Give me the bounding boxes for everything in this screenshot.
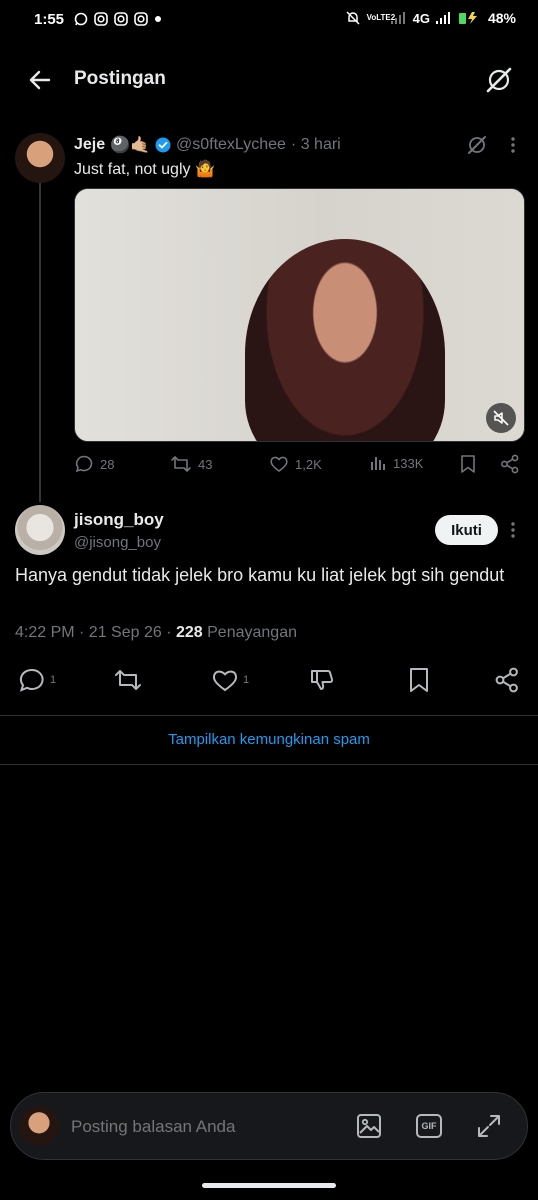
post-view-count: 228 [175,624,203,641]
heart-icon [212,670,238,692]
reply-action[interactable]: 28 [74,454,114,474]
network-label: 4G [412,10,430,26]
divider [0,715,538,716]
reply-count: 1 [50,674,57,686]
grok-button[interactable] [484,65,514,95]
add-gif-button[interactable]: GIF [416,1114,442,1138]
heart-icon [270,456,288,472]
signal-icon [435,12,452,24]
views-chart-icon [371,457,385,470]
post-text: Just fat, not ugly 🤷 [74,161,215,178]
instagram-icon [94,12,108,26]
thread-line [39,182,41,502]
status-time: 1:55 [34,11,65,28]
like-action[interactable]: 1,2K [269,454,322,474]
share-icon [495,667,518,693]
grok-post-button[interactable] [466,134,488,156]
like-count: 1 [243,674,250,686]
home-indicator[interactable] [202,1183,336,1188]
post-actions: 28 43 1,2K 133K [74,454,524,476]
avatar[interactable] [15,505,65,555]
grok-icon [486,67,512,93]
signal-weak-icon [390,12,407,24]
reply-composer[interactable]: GIF [10,1092,528,1160]
expand-composer-button[interactable] [476,1113,502,1139]
repost-action[interactable] [113,667,143,693]
comment-icon [19,668,44,692]
share-icon [501,454,519,474]
author-name[interactable]: Jeje [74,136,105,154]
volte-label: VoLTE2 [366,13,396,22]
avatar[interactable] [15,133,65,183]
expand-icon [478,1115,500,1137]
post-view-label: Penayangan [202,624,297,641]
grok-icon [468,136,486,154]
reply-more-button[interactable] [504,520,522,540]
instagram-icon [134,12,148,26]
reply-actions: 1 1 [18,667,523,695]
more-vertical-icon [511,522,515,538]
post-header: Jeje 🎱🤙🏼 @s0ftexLychee · 3 hari [74,135,341,155]
mute-bell-icon [345,10,361,26]
author-name-emoji: 🎱🤙🏼 [110,137,150,154]
follow-button[interactable]: Ikuti [435,515,498,545]
views-action[interactable]: 133K [369,454,423,472]
more-notifications-dot-icon [154,15,162,23]
post-video[interactable] [74,188,525,442]
repost-count: 43 [198,456,213,472]
author-name[interactable]: jisong_boy [74,510,164,530]
post-more-button[interactable] [504,135,522,155]
like-count: 1,2K [295,456,322,472]
notification-icons [74,12,162,26]
share-button[interactable] [500,454,520,474]
add-image-button[interactable] [356,1113,382,1139]
repost-action[interactable]: 43 [170,454,212,474]
composer-avatar [19,1106,59,1146]
instagram-icon [114,12,128,26]
share-button[interactable] [494,667,520,693]
video-mute-button[interactable] [486,403,516,433]
more-vertical-icon [511,137,515,153]
gif-label: GIF [421,1121,437,1131]
reply-count: 28 [100,456,115,472]
speaker-muted-icon [493,410,509,426]
thumbs-down-icon [311,670,334,690]
bookmark-button[interactable] [407,667,431,693]
status-right-group: VoLTE2 4G 48% [345,10,516,26]
downvote-button[interactable] [309,667,335,693]
bookmark-icon [410,668,428,692]
repost-icon [115,670,141,690]
comment-icon [75,455,93,473]
post-timestamp: 4:22 PM · 21 Sep 26 · [15,624,176,641]
author-handle[interactable]: @s0ftexLychee [176,136,286,154]
arrow-left-icon [29,70,51,90]
post-text: Hanya gendut tidak jelek bro kamu ku lia… [15,565,505,585]
bookmark-icon [461,455,475,473]
image-icon [357,1114,381,1138]
whatsapp-icon [74,12,88,26]
post-time: · 3 hari [290,136,341,153]
divider [0,764,538,765]
battery-charging-icon [458,11,482,25]
battery-percent: 48% [487,10,516,26]
bookmark-button[interactable] [459,454,477,474]
back-button[interactable] [26,66,54,94]
show-spam-link[interactable]: Tampilkan kemungkinan spam [0,731,538,748]
repost-icon [171,456,191,472]
post-meta: 4:22 PM · 21 Sep 26 · 228 Penayangan [15,624,297,642]
page-title: Postingan [74,68,166,89]
verified-badge-icon [155,137,171,153]
reply-input[interactable] [69,1116,313,1138]
reply-action[interactable]: 1 [18,667,56,693]
view-count: 133K [393,455,424,471]
author-handle[interactable]: @jisong_boy [74,534,161,551]
like-action[interactable]: 1 [211,667,249,693]
